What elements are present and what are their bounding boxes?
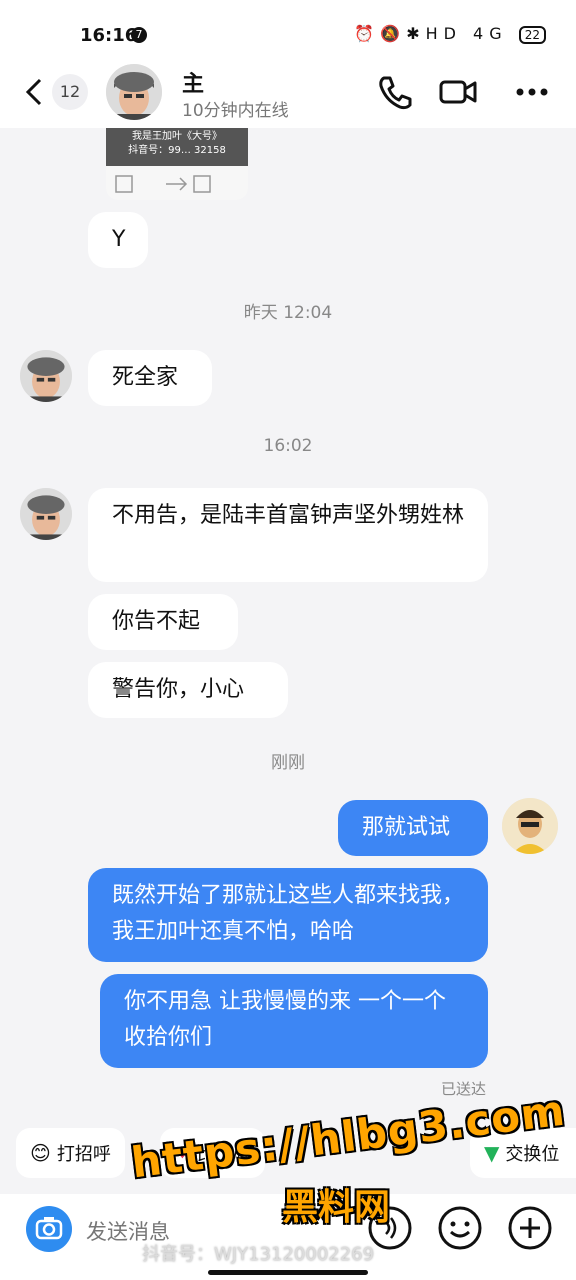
video-camera-icon: [439, 80, 477, 104]
avatar-helmet-man-icon: [20, 488, 72, 540]
message-list[interactable]: 我是王加叶《大号》 抖音号：99… 32158 Y 昨天 12:04 死全家 1…: [0, 128, 576, 1108]
voice-call-button[interactable]: [376, 72, 416, 112]
message-bubble-sent[interactable]: 既然开始了那就让这些人都来找我，我王加叶还真不怕，哈哈: [88, 868, 488, 962]
douyin-watermark: 抖音号：WJY13120002269: [142, 1244, 375, 1265]
avatar-helmet-man-icon: [106, 64, 162, 120]
sender-avatar[interactable]: [20, 350, 72, 402]
unread-count[interactable]: 12: [52, 74, 88, 110]
chevron-left-icon: [25, 78, 42, 106]
more-options-button[interactable]: [512, 72, 552, 112]
timestamp: 刚刚: [271, 753, 305, 773]
back-button[interactable]: [24, 76, 44, 113]
message-bubble-received[interactable]: 警告你，小心: [88, 662, 288, 718]
video-call-button[interactable]: [438, 72, 478, 112]
message-bubble-sent[interactable]: 那就试试: [338, 800, 488, 856]
card-header: 我是王加叶《大号》 抖音号：99… 32158: [106, 128, 248, 166]
message-bubble-received[interactable]: 你告不起: [88, 594, 238, 650]
emoji-icon: [438, 1206, 482, 1250]
network-label: HD 4G: [425, 24, 508, 43]
smile-emoji-icon: 😊: [30, 1141, 51, 1165]
phone-icon: [379, 76, 412, 110]
timestamp: 16:02: [263, 436, 313, 456]
chat-header: 12 主 10分钟内在线: [0, 58, 576, 128]
message-bubble-sent[interactable]: 你不用急 让我慢慢的来 一个一个收拾你们: [100, 974, 488, 1068]
battery-indicator: 22: [518, 25, 546, 44]
sender-avatar[interactable]: [20, 488, 72, 540]
status-icons: ⏰🔕✱HD 4G 22: [354, 24, 546, 44]
avatar-helmet-man-icon: [20, 350, 72, 402]
timestamp: 昨天 12:04: [243, 303, 333, 323]
message-bubble-received[interactable]: 不用告，是陆丰首富钟声坚外甥姓林: [88, 488, 488, 582]
mute-icon: 🔕: [380, 24, 407, 43]
shared-profile-card[interactable]: 我是王加叶《大号》 抖音号：99… 32158: [106, 128, 248, 200]
quick-action-label: 打招呼: [56, 1144, 111, 1165]
more-actions-button[interactable]: [506, 1204, 554, 1252]
bluetooth-icon: ✱: [406, 24, 426, 43]
message-bubble-received[interactable]: Y: [88, 212, 148, 268]
quick-action-greet[interactable]: 😊 打招呼: [16, 1128, 125, 1178]
alarm-icon: ⏰: [354, 24, 381, 43]
contact-name: 主: [182, 72, 205, 97]
quick-action-label: 交换位: [505, 1144, 560, 1165]
watermark-site-name: 黑料网: [282, 1187, 391, 1228]
message-bubble-received[interactable]: 死全家: [88, 350, 212, 406]
camera-icon: [35, 1217, 63, 1240]
card-actions-icon: [115, 175, 211, 193]
emoji-button[interactable]: [436, 1204, 484, 1252]
status-time: 16:16: [80, 25, 138, 46]
plus-icon: [508, 1206, 552, 1250]
card-title: 我是王加叶《大号》: [132, 131, 222, 142]
home-indicator: [208, 1270, 368, 1275]
location-icon: ▼: [484, 1141, 500, 1165]
card-footer: [106, 166, 248, 200]
avatar-cartoon-man-icon: [502, 798, 558, 854]
contact-avatar[interactable]: [106, 64, 162, 120]
card-subtitle: 抖音号：99… 32158: [128, 145, 226, 156]
online-status: 10分钟内在线: [182, 101, 289, 121]
more-dots-icon: [516, 88, 548, 96]
notification-badge: 7: [131, 27, 147, 43]
my-avatar[interactable]: [502, 798, 558, 854]
camera-button[interactable]: [26, 1206, 72, 1252]
